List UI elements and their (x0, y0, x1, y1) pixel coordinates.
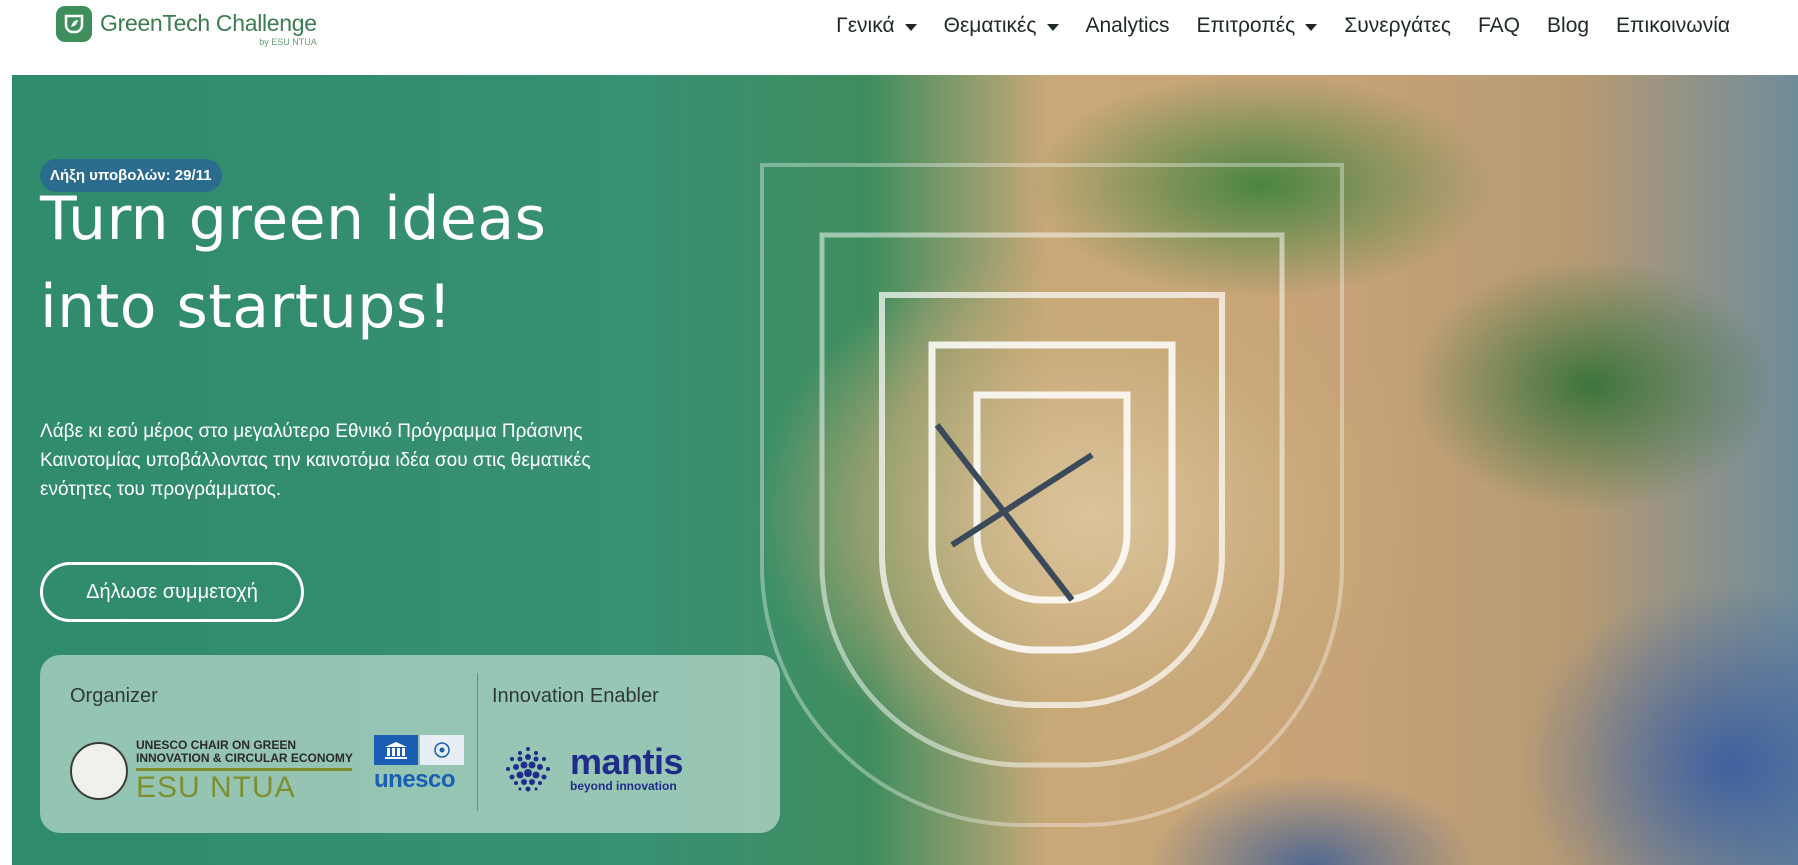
leaf-logo-icon (56, 6, 92, 42)
logo-subtitle: by ESU NTUA (259, 37, 317, 47)
partners-divider (477, 673, 478, 811)
nav-item-genika[interactable]: Γενικά (836, 14, 917, 38)
site-logo[interactable]: GreenTech Challenge by ESU NTUA (56, 6, 317, 47)
partners-panel: Organizer Innovation Enabler UNESCO CHAI… (40, 655, 780, 833)
nav-item-epitropes[interactable]: Επιτροπές (1197, 14, 1318, 38)
hero-headline: Turn green ideas into startups! (40, 184, 547, 342)
enabler-label: Innovation Enabler (492, 685, 659, 707)
esu-ntua-logo[interactable]: UNESCO CHAIR ON GREEN INNOVATION & CIRCU… (70, 739, 353, 803)
nav-item-blog[interactable]: Blog (1547, 14, 1589, 38)
mantis-logo[interactable]: mantis beyond innovation (496, 737, 684, 801)
concentric-logo-rings-icon (760, 163, 1344, 827)
nav-item-faq[interactable]: FAQ (1478, 14, 1520, 38)
nav-item-analytics[interactable]: Analytics (1086, 14, 1170, 38)
caret-down-icon (1046, 23, 1059, 31)
nav-item-contact[interactable]: Επικοινωνία (1616, 14, 1730, 38)
nav-item-synergates[interactable]: Συνεργάτες (1344, 14, 1451, 38)
nav-item-thematikes[interactable]: Θεματικές (944, 14, 1059, 38)
caret-down-icon (904, 23, 917, 31)
temple-icon (374, 735, 418, 765)
unesco-logo[interactable]: unesco (374, 735, 466, 795)
hero-intro-text: Λάβε κι εσύ μέρος στο μεγαλύτερο Εθνικό … (40, 421, 591, 500)
chair-emblem-icon (420, 735, 464, 765)
register-button[interactable]: Δήλωσε συμμετοχή (40, 562, 304, 622)
caret-down-icon (1305, 23, 1318, 31)
mantis-dots-icon (506, 747, 550, 792)
logo-name: GreenTech Challenge (100, 10, 317, 36)
main-nav: Γενικά Θεματικές Analytics Επιτροπές Συν… (809, 14, 1730, 38)
organizer-label: Organizer (70, 685, 158, 707)
ntua-seal-icon (70, 742, 128, 800)
hero-section: Λήξη υποβολών: 29/11 Turn green ideas in… (12, 75, 1798, 865)
site-header: GreenTech Challenge by ESU NTUA Γενικά Θ… (0, 0, 1798, 75)
